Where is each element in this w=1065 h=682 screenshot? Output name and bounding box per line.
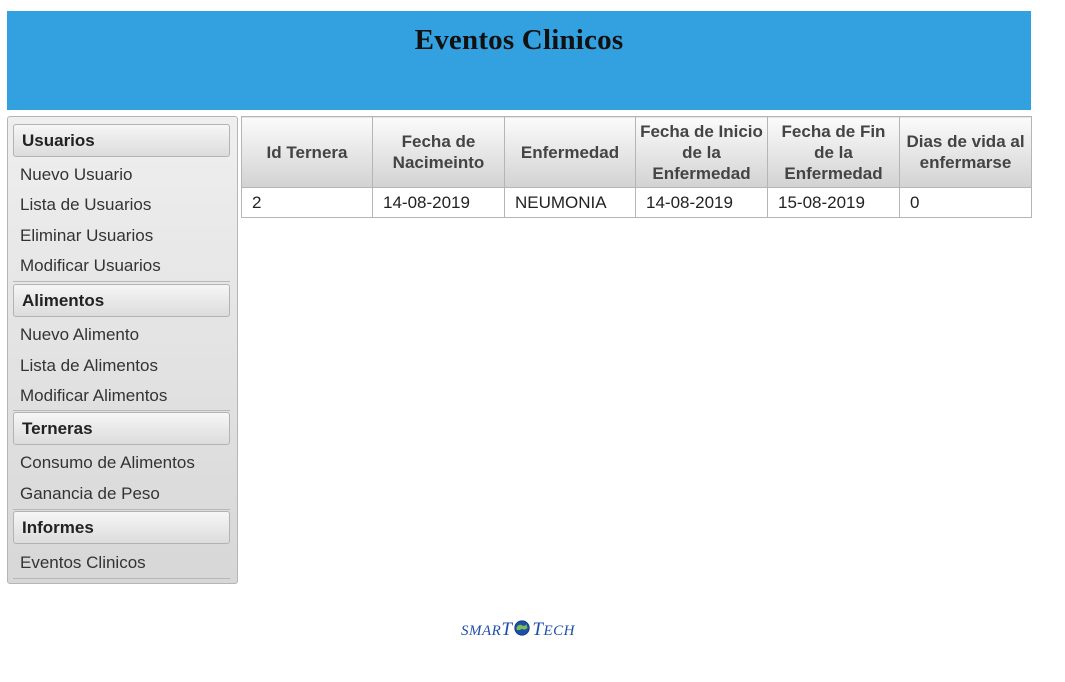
sidebar-item-lista-alimentos[interactable]: Lista de Alimentos [20, 356, 158, 376]
column-header-dias-vida: Dias de vida al enfermarse [899, 116, 1032, 188]
globe-icon [514, 620, 531, 636]
sidebar-item-eventos-clinicos[interactable]: Eventos Clinicos [20, 553, 146, 573]
table-row: 2 14-08-2019 NEUMONIA 14-08-2019 15-08-2… [241, 187, 1032, 218]
sidebar-item-eliminar-usuarios[interactable]: Eliminar Usuarios [20, 226, 153, 246]
divider [13, 509, 230, 510]
sidebar-item-modificar-usuarios[interactable]: Modificar Usuarios [20, 256, 161, 276]
table-cell: 2 [241, 187, 373, 218]
sidebar-section-terneras[interactable]: Terneras [13, 412, 230, 445]
logo-text-t1: T [501, 619, 513, 640]
table-cell: 14-08-2019 [372, 187, 505, 218]
table-header-row: Id Ternera Fecha de Nacimeinto Enfermeda… [241, 116, 1032, 188]
sidebar-item-lista-usuarios[interactable]: Lista de Usuarios [20, 195, 151, 215]
sidebar-item-nuevo-alimento[interactable]: Nuevo Alimento [20, 325, 139, 345]
logo-text-part2: ECH [543, 623, 575, 639]
table-cell: NEUMONIA [504, 187, 636, 218]
table-cell: 15-08-2019 [767, 187, 900, 218]
sidebar-item-nuevo-usuario[interactable]: Nuevo Usuario [20, 165, 132, 185]
sidebar-section-alimentos[interactable]: Alimentos [13, 284, 230, 317]
table-cell: 14-08-2019 [635, 187, 768, 218]
column-header-fecha-nacimiento: Fecha de Nacimeinto [372, 116, 505, 188]
column-header-fecha-fin: Fecha de Fin de la Enfermedad [767, 116, 900, 188]
table-cell: 0 [899, 187, 1032, 218]
logo-text-part1: SMAR [461, 623, 502, 639]
smarttech-logo: SMAR T T ECH [461, 617, 575, 641]
divider [13, 410, 230, 411]
divider [13, 281, 230, 282]
column-header-enfermedad: Enfermedad [504, 116, 636, 188]
page-header: Eventos Clinicos [7, 11, 1031, 110]
sidebar-item-consumo-alimentos[interactable]: Consumo de Alimentos [20, 453, 195, 473]
sidebar-section-usuarios[interactable]: Usuarios [13, 124, 230, 157]
divider [13, 578, 230, 579]
column-header-fecha-inicio: Fecha de Inicio de la Enfermedad [635, 116, 768, 188]
sidebar-menu: Usuarios Nuevo Usuario Lista de Usuarios… [7, 116, 238, 584]
page-title: Eventos Clinicos [414, 24, 624, 56]
column-header-id-ternera: Id Ternera [241, 116, 373, 188]
logo-text-t2: T [532, 619, 544, 640]
sidebar-item-ganancia-peso[interactable]: Ganancia de Peso [20, 484, 160, 504]
sidebar-section-informes[interactable]: Informes [13, 511, 230, 544]
sidebar-item-modificar-alimentos[interactable]: Modificar Alimentos [20, 386, 167, 406]
clinical-events-table: Id Ternera Fecha de Nacimeinto Enfermeda… [241, 116, 1032, 218]
